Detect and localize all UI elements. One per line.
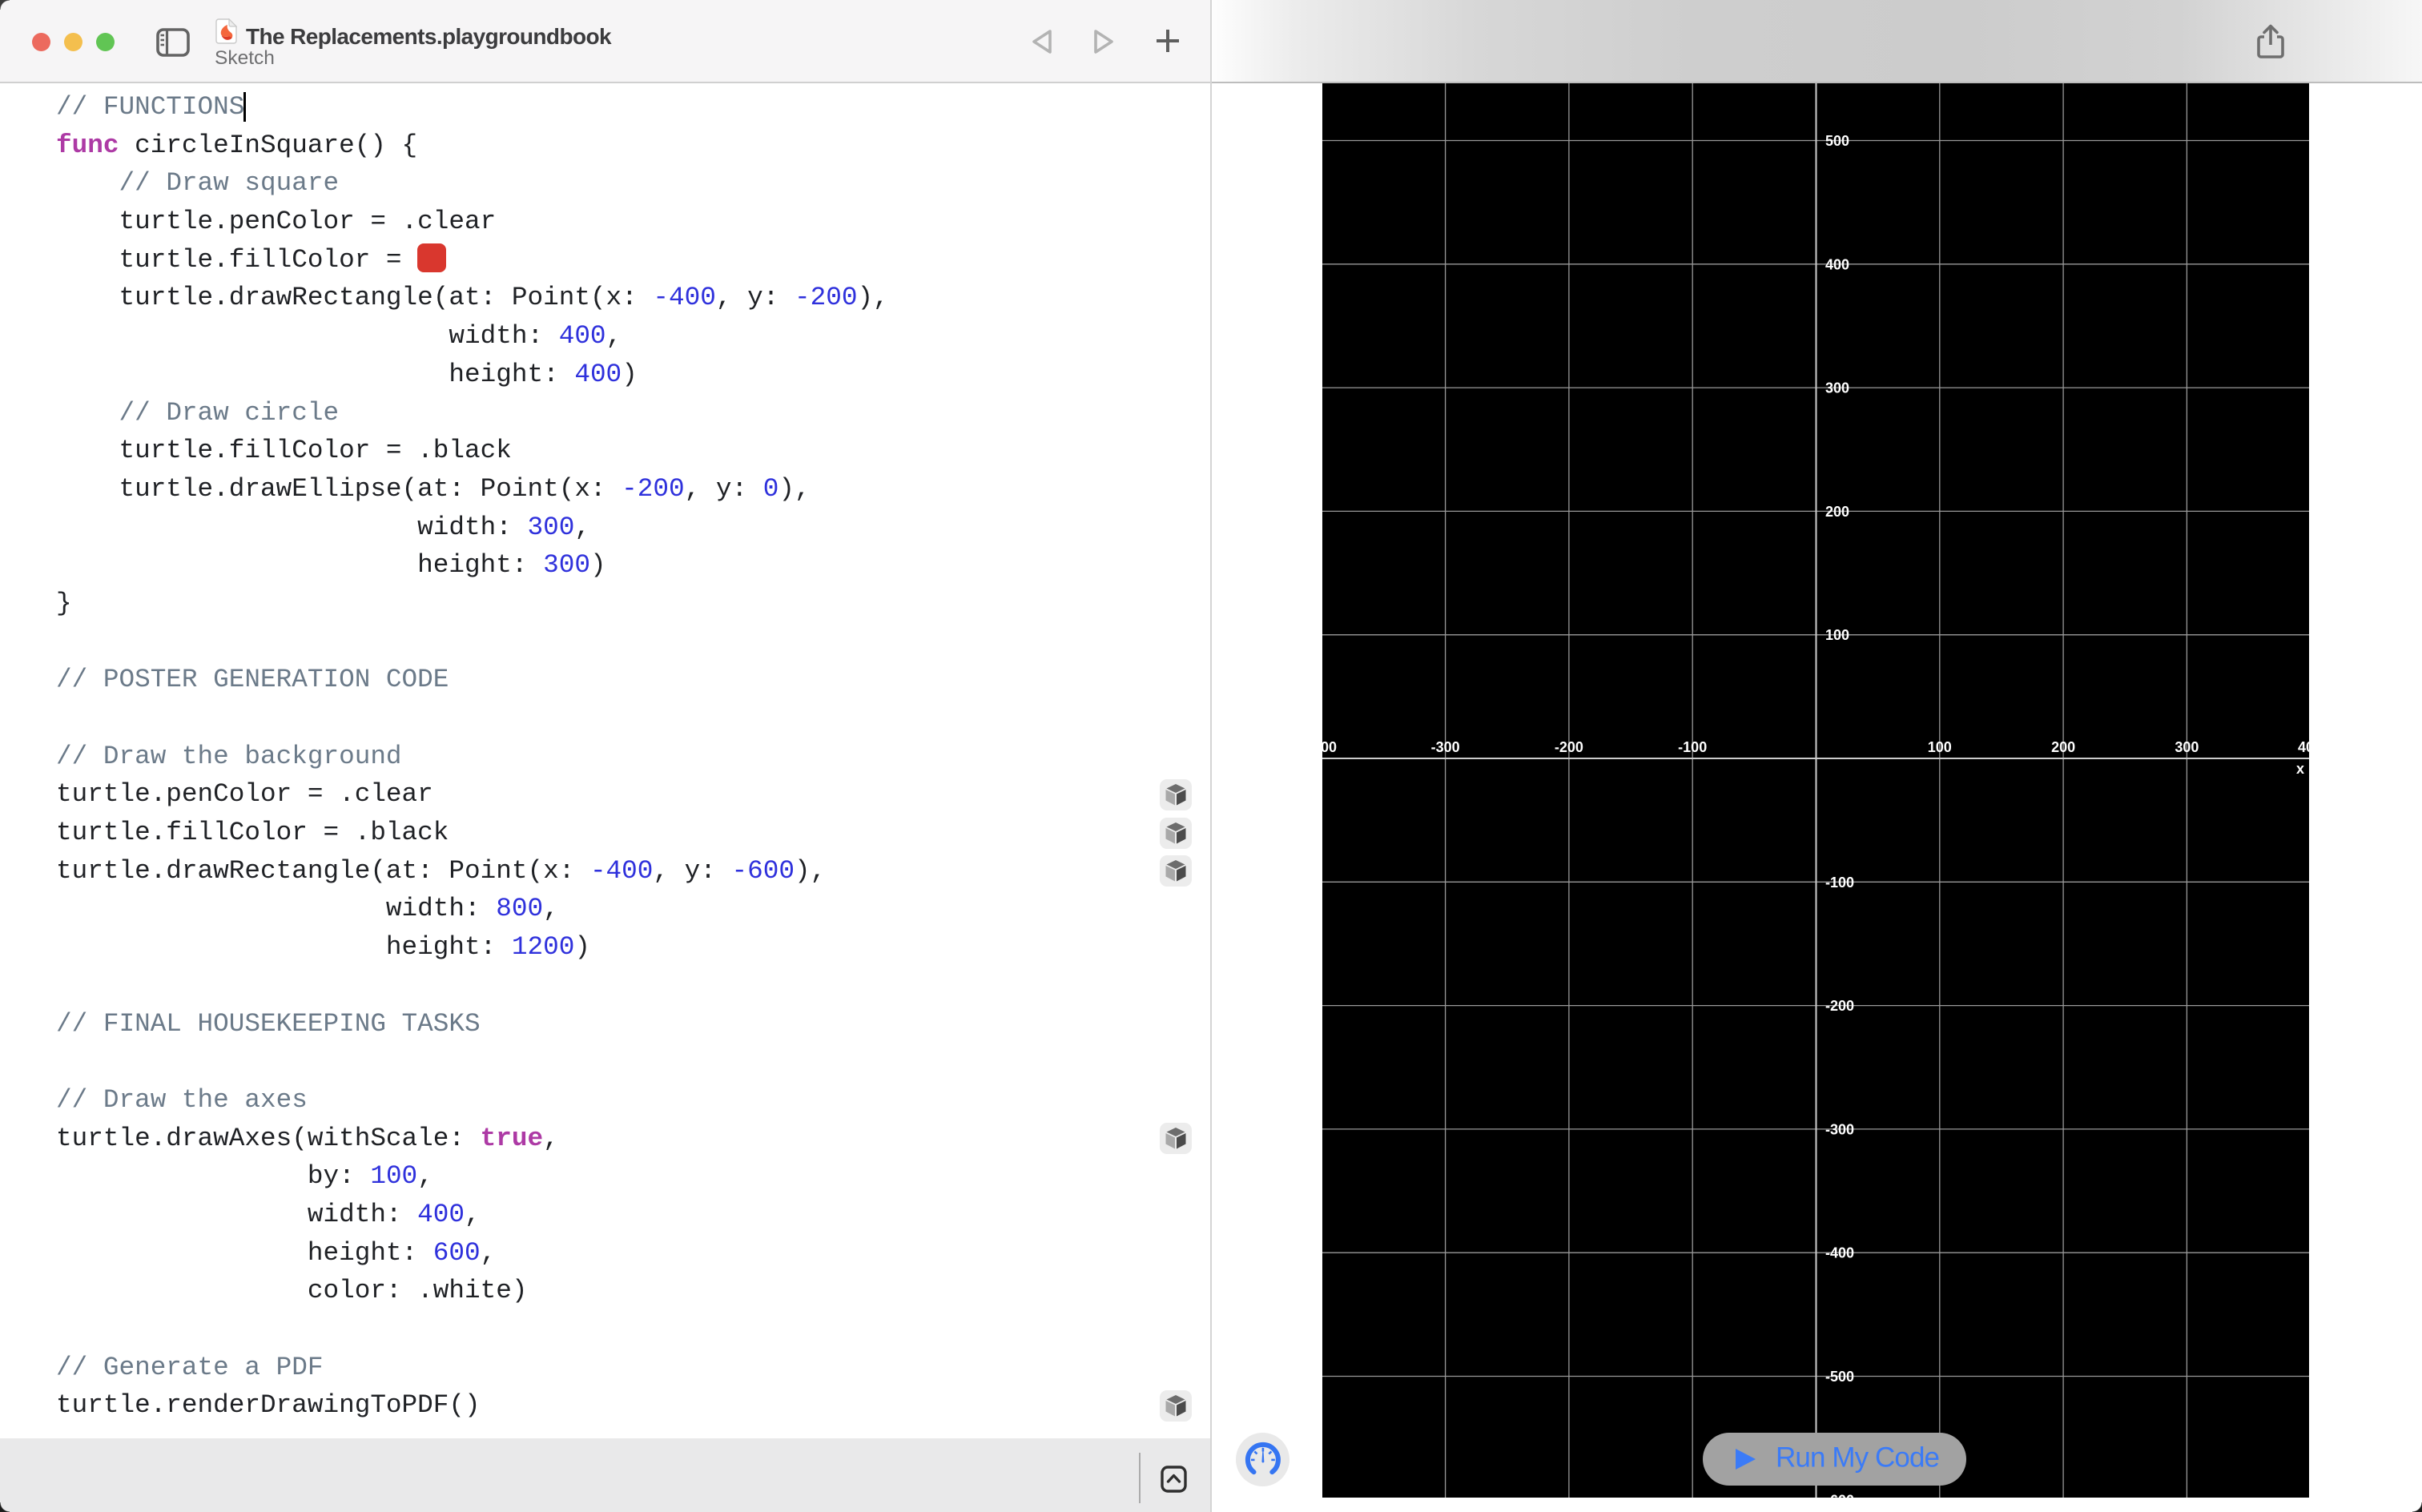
- svg-text:300: 300: [1825, 380, 1849, 396]
- svg-text:100: 100: [1825, 627, 1849, 643]
- svg-text:-200: -200: [1555, 739, 1583, 755]
- svg-text:100: 100: [1928, 739, 1952, 755]
- svg-text:300: 300: [2175, 739, 2199, 755]
- svg-text:-200: -200: [1825, 998, 1854, 1014]
- svg-text:400: 400: [1825, 256, 1849, 272]
- svg-text:x: x: [2296, 761, 2304, 777]
- svg-text:400: 400: [2298, 739, 2309, 755]
- svg-text:500: 500: [1825, 133, 1849, 149]
- svg-text:200: 200: [2051, 739, 2075, 755]
- svg-text:-100: -100: [1678, 739, 1707, 755]
- svg-text:-100: -100: [1825, 875, 1854, 891]
- svg-text:-500: -500: [1825, 1369, 1854, 1385]
- svg-text:200: 200: [1825, 504, 1849, 520]
- svg-text:-300: -300: [1825, 1121, 1854, 1137]
- svg-text:-600: -600: [1825, 1492, 1854, 1498]
- svg-text:-400: -400: [1322, 739, 1337, 755]
- svg-text:-400: -400: [1825, 1245, 1854, 1261]
- svg-text:-300: -300: [1431, 739, 1460, 755]
